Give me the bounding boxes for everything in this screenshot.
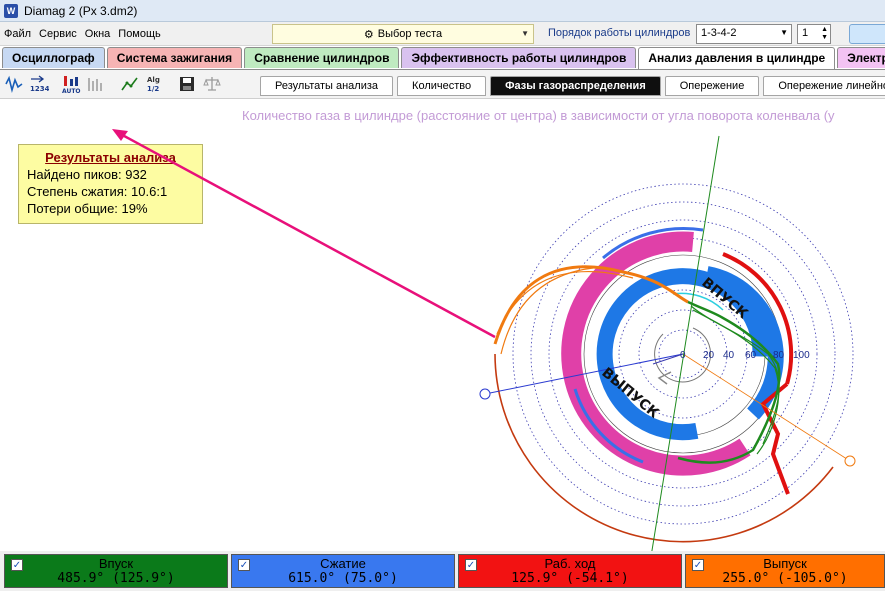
chevron-down-icon: ▼ [780,28,788,37]
pointer-arrow-line [114,129,496,339]
title-bar: W Diamag 2 (Px 3.dm2) [0,0,885,22]
pointer-arrow-head [112,129,128,141]
main-tabs: Осциллограф Система зажигания Сравнение … [0,47,885,69]
menu-help[interactable]: Помощь [114,28,165,40]
tab-cylinder-efficiency[interactable]: Эффективность работы цилиндров [401,47,637,68]
phase-power-checkbox[interactable]: ✓ [465,559,477,571]
test-gear-icon: ⚙ [363,28,374,41]
phase-compression-checkbox[interactable]: ✓ [238,559,250,571]
blue-action-button[interactable] [849,24,885,44]
phase-compression-name: Сжатие [320,556,366,571]
polar-diagram: 0 20 40 60 80 100 ВПУСК ВЫПУСК [112,129,856,551]
phase-intake-value: 485.9° (125.9°) [57,571,175,586]
subtab-advance[interactable]: Опережение [664,76,760,96]
radial-tick: 0 [680,350,686,361]
trend-icon[interactable] [119,73,141,95]
tab-electro[interactable]: Электропи [837,47,885,68]
waveform-icon[interactable] [3,73,25,95]
chevron-down-icon: ▼ [521,29,529,38]
cylinder-order-value: 1-3-4-2 [701,27,737,39]
subtab-quantity[interactable]: Количество [397,76,487,96]
phase-power-value: 125.9° (-54.1°) [511,571,629,586]
phase-intake-checkbox[interactable]: ✓ [11,559,23,571]
sub-tabs: Результаты анализа Количество Фазы газор… [260,76,885,96]
radial-tick: 60 [745,350,757,361]
radial-tick: 100 [793,350,810,361]
auto-scale-icon[interactable]: AUTO [60,73,82,95]
phase-intake-name: Впуск [98,556,134,571]
menu-file[interactable]: Файл [0,28,35,40]
axis-handle-orange [844,455,856,467]
tab-cylinder-compare[interactable]: Сравнение цилиндров [244,47,400,68]
tab-pressure-analysis[interactable]: Анализ давления в цилиндре [638,47,836,69]
subtab-advance-linear[interactable]: Опережение линейно [763,76,885,96]
tab-oscilloscope[interactable]: Осциллограф [2,47,105,68]
subtab-valve-timing[interactable]: Фазы газораспределения [490,76,661,96]
scales-icon[interactable] [201,73,223,95]
svg-text:Alg: Alg [147,76,160,84]
phase-exhaust-value: 255.0° (-105.0°) [722,571,848,586]
phase-power-name: Раб. ход [544,556,596,571]
svg-text:AUTO: AUTO [62,88,81,94]
phase-compression-value: 615.0° (75.0°) [288,571,398,586]
cylinder-order-select[interactable]: 1-3-4-2 ▼ [696,24,792,44]
menu-windows[interactable]: Окна [81,28,115,40]
menu-service[interactable]: Сервис [35,28,81,40]
radial-tick: 20 [703,350,715,361]
phase-intake[interactable]: ✓ Впуск 485.9° (125.9°) [4,554,228,588]
radial-tick: 40 [723,350,735,361]
phase-power[interactable]: ✓ Раб. ход 125.9° (-54.1°) [458,554,682,588]
spinner-arrows-icon[interactable]: ▲ ▼ [821,26,828,42]
chart-area: Количество газа в цилиндре (расстояние о… [0,99,885,551]
tab-ignition[interactable]: Система зажигания [106,47,243,68]
cylinder-number-value: 1 [802,27,809,39]
save-icon[interactable] [176,73,198,95]
radial-tick: 80 [773,350,785,361]
axis-handle-blue [479,388,491,400]
subtab-results[interactable]: Результаты анализа [260,76,394,96]
app-icon: W [4,3,18,18]
phase-exhaust[interactable]: ✓ Выпуск 255.0° (-105.0°) [685,554,885,588]
algo-icon[interactable]: Alg 1/2 [144,73,166,95]
phase-exhaust-checkbox[interactable]: ✓ [692,559,704,571]
levels-icon[interactable] [85,73,107,95]
cylinder-order-label: Порядок работы цилиндров [548,27,691,39]
svg-text:1/2: 1/2 [147,85,159,93]
phase-compression[interactable]: ✓ Сжатие 615.0° (75.0°) [231,554,455,588]
svg-text:1234: 1234 [30,85,49,93]
window-title: Diamag 2 (Px 3.dm2) [24,3,138,18]
test-select-dropdown[interactable]: ⚙ Выбор теста ▼ [272,24,534,44]
test-select-value: Выбор теста [377,28,443,40]
phase-bar: ✓ Впуск 485.9° (125.9°) ✓ Сжатие 615.0° … [0,551,885,591]
cylinder-number-spinner[interactable]: 1 ▲ ▼ [797,24,831,44]
phase-exhaust-name: Выпуск [763,556,807,571]
counter-1234-icon[interactable]: 1234 [28,73,50,95]
